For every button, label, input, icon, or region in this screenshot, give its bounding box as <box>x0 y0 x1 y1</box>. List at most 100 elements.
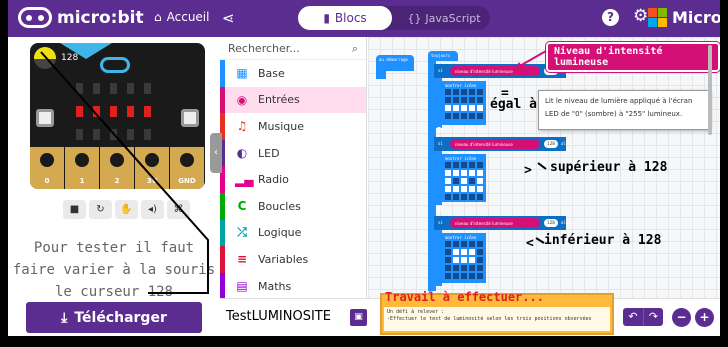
show-icon-label: montrer icône <box>445 156 477 161</box>
show-icon-block[interactable]: montrer icône <box>442 81 486 125</box>
simulator-controls: ■ ↻ ✋ ◂) ⌘ <box>63 200 190 219</box>
category-base[interactable]: ▦ Base <box>220 60 366 87</box>
save-icon[interactable]: ▣ <box>350 309 367 326</box>
icon-dots[interactable] <box>445 89 483 119</box>
app-window: micro:bit ⌂ Accueil ⋖ ▮ Blocs {} JavaScr… <box>8 0 720 336</box>
note-line-1: Pour tester il faut <box>33 240 195 256</box>
help-icon[interactable]: ? <box>602 9 619 26</box>
if-block-less[interactable]: si niveau d'intensité lumineuse 128 alor… <box>434 216 573 230</box>
pin-3v[interactable]: 3V <box>135 147 170 189</box>
task-title: Travail à effectuer... <box>385 290 544 304</box>
redo-icon[interactable]: ↷ <box>643 308 663 326</box>
slowmo-icon[interactable]: ✋ <box>115 200 138 219</box>
annotation-light-level: Niveau d'intensité lumineuse <box>546 42 720 72</box>
toggle-icon: ◐ <box>236 146 248 161</box>
note-line-2: faire varier à la souris <box>12 262 216 278</box>
restart-icon[interactable]: ↻ <box>89 200 112 219</box>
add-else-icon[interactable]: + <box>436 206 442 212</box>
if-label: si <box>438 141 443 146</box>
annotation-greater: supérieur à 128 <box>550 160 668 175</box>
task-line-2: -Effectuer le test de luminosité selon l… <box>387 316 592 322</box>
if-spine <box>434 78 442 128</box>
zoom-in-icon[interactable]: + <box>695 308 714 327</box>
category-loops[interactable]: C Boucles <box>220 192 366 220</box>
light-level-block[interactable]: niveau d'intensité lumineuse <box>450 139 540 149</box>
home-button[interactable]: ⌂ Accueil <box>154 10 209 24</box>
forever-block[interactable]: toujours <box>428 51 458 61</box>
category-led[interactable]: ◐ LED <box>220 139 366 167</box>
icon-dots[interactable] <box>445 241 483 279</box>
collapse-simulator-button[interactable]: ‹ <box>210 133 222 173</box>
on-start-block[interactable]: au démarrage <box>376 55 414 71</box>
on-start-label: au démarrage <box>379 57 408 62</box>
pin-0[interactable]: 0 <box>30 147 65 189</box>
annotation-equal: égal à <box>490 97 537 112</box>
button-b[interactable] <box>181 109 199 127</box>
pin-gnd[interactable]: GND <box>170 147 205 189</box>
category-logic[interactable]: ⤮ Logique <box>220 219 366 247</box>
project-name-input[interactable]: TestLUMINOSITE <box>226 309 331 324</box>
search-icon[interactable]: ⌕ <box>352 42 358 55</box>
category-inputs[interactable]: ◉ Entrées <box>220 86 366 114</box>
shuffle-icon: ⤮ <box>237 225 247 240</box>
gear-icon[interactable]: ⚙ <box>633 6 648 26</box>
then-label: alors <box>561 220 574 225</box>
note-line-3: le curseur 128 <box>54 284 173 300</box>
annotation-greater-sign: > <box>524 163 532 178</box>
compare-value[interactable]: 128 <box>544 140 558 148</box>
target-icon: ◉ <box>236 92 248 107</box>
category-maths[interactable]: ▤ Maths <box>220 272 366 300</box>
undo-icon[interactable]: ↶ <box>623 308 643 326</box>
add-else-icon[interactable]: + <box>436 127 442 133</box>
block-workspace[interactable]: au démarrage toujours si niveau d'intens… <box>368 37 720 298</box>
if-spine <box>434 151 442 205</box>
category-radio[interactable]: ▂▄ Radio <box>220 166 366 193</box>
category-variables[interactable]: ≡ Variables <box>220 246 366 273</box>
light-level-text: niveau d'intensité lumineuse <box>455 69 513 74</box>
stop-icon[interactable]: ■ <box>63 200 86 219</box>
mute-icon[interactable]: ◂) <box>141 200 164 219</box>
braces-icon: {} <box>407 11 422 25</box>
show-icon-block[interactable]: montrer icône <box>442 233 486 283</box>
annotation-less-sign: < <box>526 236 534 251</box>
download-button[interactable]: ⤓ Télécharger <box>26 302 202 333</box>
simulator-panel: 128 0 1 2 3V GND ■ ↻ ✋ ◂) ⌘ Pour tester … <box>8 37 220 336</box>
category-label: Boucles <box>258 199 301 213</box>
fullscreen-icon[interactable]: ⌘ <box>167 200 190 219</box>
pin-2[interactable]: 2 <box>100 147 135 189</box>
search-input[interactable]: Rechercher... <box>228 42 300 55</box>
toolbox-search[interactable]: Rechercher... ⌕ <box>220 37 366 60</box>
microbit-logo[interactable]: micro:bit <box>18 7 144 28</box>
home-icon: ⌂ <box>154 10 162 24</box>
if-block-greater[interactable]: si niveau d'intensité lumineuse 128 alor… <box>434 137 573 151</box>
top-bar: micro:bit ⌂ Accueil ⋖ ▮ Blocs {} JavaScr… <box>8 0 720 37</box>
compare-value[interactable]: 128 <box>544 219 558 227</box>
microsoft-logo[interactable]: Microsoft <box>648 8 720 27</box>
light-level-block[interactable]: niveau d'intensité lumineuse <box>450 66 540 76</box>
if-spine <box>434 230 442 286</box>
tab-javascript[interactable]: {} JavaScript <box>398 6 490 30</box>
share-icon[interactable]: ⋖ <box>222 9 235 27</box>
light-level-text: niveau d'intensité lumineuse <box>455 142 513 147</box>
zoom-out-icon[interactable]: − <box>672 308 691 327</box>
light-level-block[interactable]: niveau d'intensité lumineuse <box>450 218 540 228</box>
category-music[interactable]: ♫ Musique <box>220 113 366 140</box>
microbit-board[interactable]: 128 0 1 2 3V GND <box>30 43 205 189</box>
pin-1[interactable]: 1 <box>65 147 100 189</box>
home-label: Accueil <box>166 10 210 24</box>
workspace-scrollbar[interactable] <box>708 45 712 135</box>
category-label: Maths <box>258 279 292 293</box>
tab-blocks-label: Blocs <box>334 11 367 25</box>
button-a[interactable] <box>36 109 54 127</box>
forever-label: toujours <box>431 53 451 58</box>
category-label: Entrées <box>258 93 300 107</box>
on-start-body <box>376 71 386 79</box>
light-level-slider[interactable] <box>34 47 56 69</box>
show-icon-block[interactable]: montrer icône <box>442 154 486 202</box>
annotation-less: inférieur à 128 <box>544 233 662 248</box>
icon-dots[interactable] <box>445 162 483 200</box>
microsoft-label: Microsoft <box>672 8 720 27</box>
bottom-bar: TestLUMINOSITE ▣ Travail à effectuer... … <box>220 291 720 336</box>
category-label: Variables <box>258 252 309 266</box>
tab-blocks[interactable]: ▮ Blocs <box>298 6 392 30</box>
